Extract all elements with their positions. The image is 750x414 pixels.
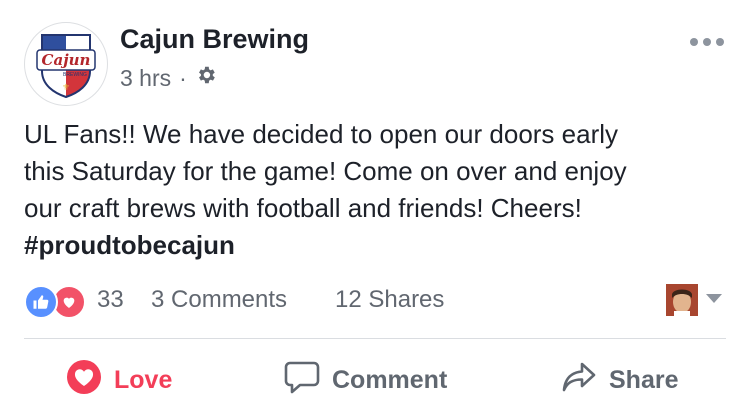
page-avatar[interactable]: Cajun BREWING ⚜: [24, 22, 108, 106]
love-heart-icon: [66, 359, 102, 402]
timestamp-link[interactable]: 3 hrs: [120, 65, 171, 92]
viewing-as-selector[interactable]: [666, 284, 722, 316]
page-name-link[interactable]: Cajun Brewing: [120, 24, 309, 55]
love-button[interactable]: Love: [66, 358, 172, 402]
hashtag-link[interactable]: #proudtobecajun: [24, 227, 724, 264]
reactions-summary: 33 3 Comments 12 Shares: [24, 282, 724, 319]
share-button[interactable]: Share: [561, 358, 678, 402]
comment-bubble-icon: [284, 360, 320, 401]
post-message: UL Fans!! We have decided to open our do…: [24, 116, 724, 264]
reaction-icons[interactable]: [24, 285, 94, 319]
post-meta: 3 hrs ·: [120, 64, 217, 92]
svg-text:Cajun: Cajun: [42, 51, 91, 69]
post-text-line: our craft brews with football and friend…: [24, 193, 582, 223]
post-text-line: this Saturday for the game! Come on over…: [24, 156, 627, 186]
cajun-brewing-logo: Cajun BREWING ⚜: [36, 34, 96, 99]
chevron-down-icon: [706, 291, 722, 309]
divider: [24, 338, 726, 339]
reaction-count[interactable]: 33: [97, 286, 124, 314]
post-text-line: UL Fans!! We have decided to open our do…: [24, 119, 619, 149]
post-card: Cajun BREWING ⚜ Cajun Brewing 3 hrs · UL…: [0, 0, 750, 414]
comment-button[interactable]: Comment: [284, 358, 447, 402]
like-icon: [24, 285, 58, 319]
shares-count-link[interactable]: 12 Shares: [335, 286, 444, 314]
svg-text:⚜: ⚜: [62, 82, 70, 92]
share-arrow-icon: [561, 360, 597, 401]
love-label: Love: [114, 365, 173, 394]
share-label: Share: [609, 365, 679, 394]
more-options-icon[interactable]: [686, 34, 728, 50]
gear-icon[interactable]: [195, 64, 217, 92]
viewer-avatar: [666, 284, 698, 316]
comments-count-link[interactable]: 3 Comments: [151, 286, 287, 314]
svg-text:BREWING: BREWING: [63, 72, 87, 78]
comment-label: Comment: [332, 365, 448, 394]
meta-separator: ·: [179, 64, 187, 91]
